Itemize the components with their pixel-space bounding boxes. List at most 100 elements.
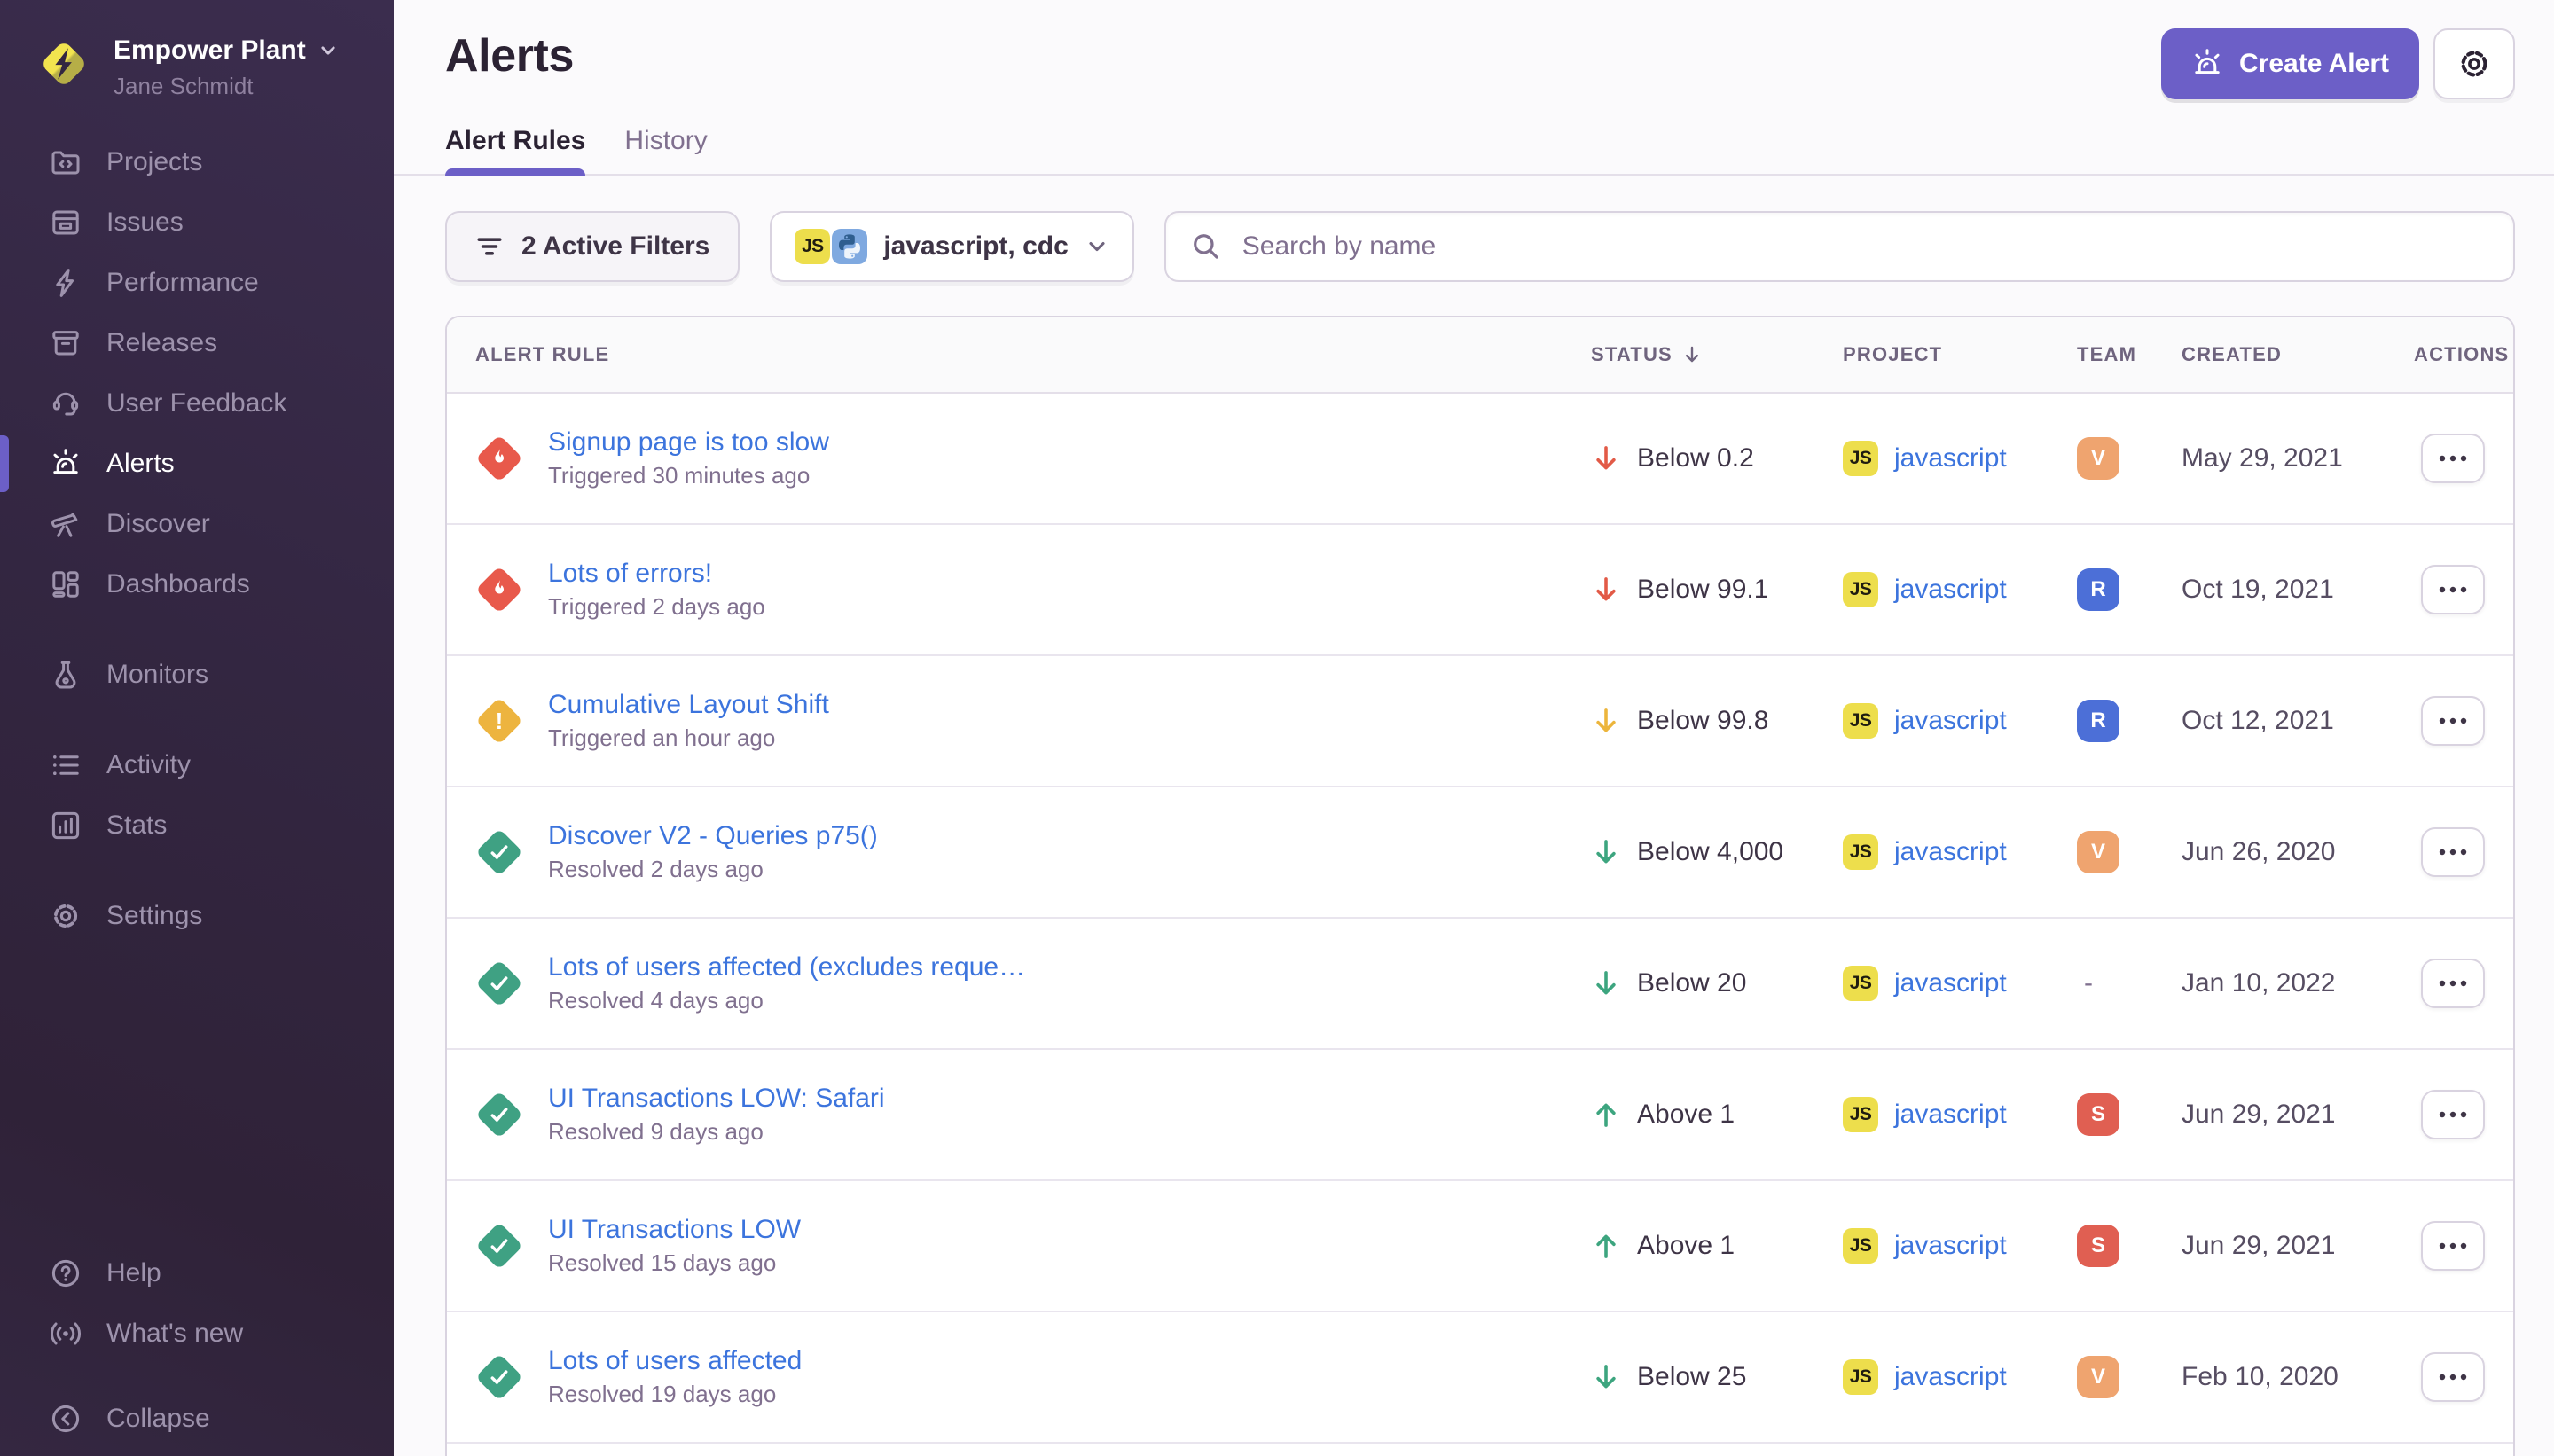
project-link[interactable]: javascript (1894, 706, 2007, 736)
alerts-settings-button[interactable] (2433, 28, 2515, 99)
project-link[interactable]: javascript (1894, 837, 2007, 867)
sort-arrow-down-icon (1681, 344, 1703, 365)
row-actions-button[interactable] (2421, 434, 2485, 483)
sidebar-item-collapse[interactable]: Collapse (0, 1389, 394, 1449)
row-actions-button[interactable] (2421, 1352, 2485, 1402)
alert-rule-link[interactable]: UI Transactions LOW: Safari (548, 1084, 885, 1114)
sidebar-item-help[interactable]: Help (0, 1243, 394, 1303)
sidebar-item-label: Monitors (106, 660, 208, 690)
sidebar-nav: ProjectsIssuesPerformanceReleasesUser Fe… (0, 132, 394, 946)
alert-rule-link[interactable]: Lots of users affected (548, 1346, 802, 1376)
row-actions-button[interactable] (2421, 827, 2485, 877)
search-input[interactable] (1239, 230, 2488, 263)
team-avatar: R (2077, 700, 2119, 742)
collapse-icon (50, 1403, 82, 1435)
team-empty: - (2077, 968, 2093, 998)
empower-plant-logo (34, 34, 94, 94)
table-row: Lots of errors! Triggered 2 days ago Bel… (447, 525, 2513, 656)
alert-rule-link[interactable]: UI Transactions LOW (548, 1215, 801, 1245)
created-date: Jan 10, 2022 (2182, 968, 2414, 998)
project-link[interactable]: javascript (1894, 1231, 2007, 1261)
create-alert-button[interactable]: Create Alert (2161, 28, 2419, 99)
sidebar-item-monitors[interactable]: Monitors (0, 645, 394, 705)
project-link[interactable]: javascript (1894, 1362, 2007, 1392)
table-row: ! Cumulative Layout Shift Triggered an h… (447, 656, 2513, 787)
alert-rule-link[interactable]: Lots of errors! (548, 559, 765, 589)
project-link[interactable]: javascript (1894, 968, 2007, 998)
row-actions-button[interactable] (2421, 696, 2485, 746)
column-header-status[interactable]: Status (1591, 343, 1843, 366)
arrow-down-icon (1591, 968, 1621, 998)
broadcast-icon (50, 1318, 82, 1350)
alert-rule-link[interactable]: Cumulative Layout Shift (548, 690, 829, 720)
team-avatar: V (2077, 831, 2119, 873)
alert-severity-resolved-icon (475, 1091, 523, 1139)
stats-icon (50, 810, 82, 842)
status-cell: Below 99.1 (1591, 575, 1843, 605)
lightning-icon (50, 267, 82, 299)
sidebar-item-label: Activity (106, 750, 191, 780)
sidebar-item-stats[interactable]: Stats (0, 795, 394, 856)
sidebar-item-label: Help (106, 1258, 161, 1288)
status-value: Below 20 (1637, 968, 1746, 998)
project-selector-button[interactable]: JS javascript, cdc (770, 211, 1133, 282)
row-actions-button[interactable] (2421, 565, 2485, 614)
org-switcher[interactable]: Empower Plant Jane Schmidt (0, 0, 394, 100)
sidebar-item-dashboards[interactable]: Dashboards (0, 554, 394, 614)
sidebar-item-performance[interactable]: Performance (0, 253, 394, 313)
table-row: Lots of users affected (excludes reque… … (447, 919, 2513, 1050)
sidebar-item-projects[interactable]: Projects (0, 132, 394, 192)
project-link[interactable]: javascript (1894, 575, 2007, 605)
sidebar-item-discover[interactable]: Discover (0, 494, 394, 554)
actions-cell (2414, 827, 2485, 877)
alert-rule-link[interactable]: Discover V2 - Queries p75() (548, 821, 878, 851)
nav-spacer (0, 614, 394, 645)
team-avatar: S (2077, 1093, 2119, 1136)
sidebar-item-label: Settings (106, 901, 202, 931)
row-actions-button[interactable] (2421, 1090, 2485, 1139)
help-icon (50, 1257, 82, 1289)
sidebar-item-releases[interactable]: Releases (0, 313, 394, 373)
team-cell: R (2077, 700, 2182, 742)
siren-icon (2191, 48, 2223, 80)
sidebar-item-alerts[interactable]: Alerts (0, 434, 394, 494)
project-link[interactable]: javascript (1894, 1100, 2007, 1130)
arrow-down-icon (1591, 575, 1621, 605)
active-filters-button[interactable]: 2 Active Filters (445, 211, 740, 282)
column-header-team: Team (2077, 343, 2182, 366)
team-avatar: S (2077, 1225, 2119, 1267)
row-actions-button[interactable] (2421, 1221, 2485, 1271)
sidebar-item-whats-new[interactable]: What's new (0, 1303, 394, 1364)
main-content: Alerts Create Alert Alert RulesHistory 2… (394, 0, 2554, 1456)
tab-alert-rules[interactable]: Alert Rules (445, 114, 585, 174)
project-cell: JS javascript (1843, 441, 2077, 476)
row-actions-button[interactable] (2421, 959, 2485, 1008)
projects-icon (50, 146, 82, 178)
chevron-down-icon (1085, 234, 1109, 259)
project-cell: JS javascript (1843, 572, 2077, 607)
alert-rule-cell: UI Transactions LOW Resolved 15 days ago (475, 1215, 1591, 1278)
alert-rule-status-text: Resolved 9 days ago (548, 1118, 764, 1145)
sidebar: Empower Plant Jane Schmidt ProjectsIssue… (0, 0, 394, 1456)
status-cell: Below 4,000 (1591, 837, 1843, 867)
alert-rule-link[interactable]: Signup page is too slow (548, 427, 829, 458)
dashboards-icon (50, 568, 82, 600)
status-cell: Below 25 (1591, 1362, 1843, 1392)
gear-icon (50, 900, 82, 932)
tab-history[interactable]: History (624, 114, 707, 174)
alert-rule-status-text: Triggered an hour ago (548, 724, 775, 751)
alert-rule-link[interactable]: Lots of users affected (excludes reque… (548, 952, 1025, 982)
arrow-up-icon (1591, 1100, 1621, 1130)
sidebar-item-settings[interactable]: Settings (0, 886, 394, 946)
nav-spacer (0, 705, 394, 735)
alert-rule-status-text: Resolved 2 days ago (548, 856, 764, 882)
alert-severity-critical-icon (475, 434, 523, 482)
sidebar-item-activity[interactable]: Activity (0, 735, 394, 795)
team-avatar: R (2077, 568, 2119, 611)
issues-icon (50, 207, 82, 239)
sidebar-item-issues[interactable]: Issues (0, 192, 394, 253)
project-link[interactable]: javascript (1894, 443, 2007, 474)
sidebar-item-user-feedback[interactable]: User Feedback (0, 373, 394, 434)
alert-rule-text: UI Transactions LOW Resolved 15 days ago (548, 1215, 801, 1278)
project-badges: JS (795, 229, 867, 264)
